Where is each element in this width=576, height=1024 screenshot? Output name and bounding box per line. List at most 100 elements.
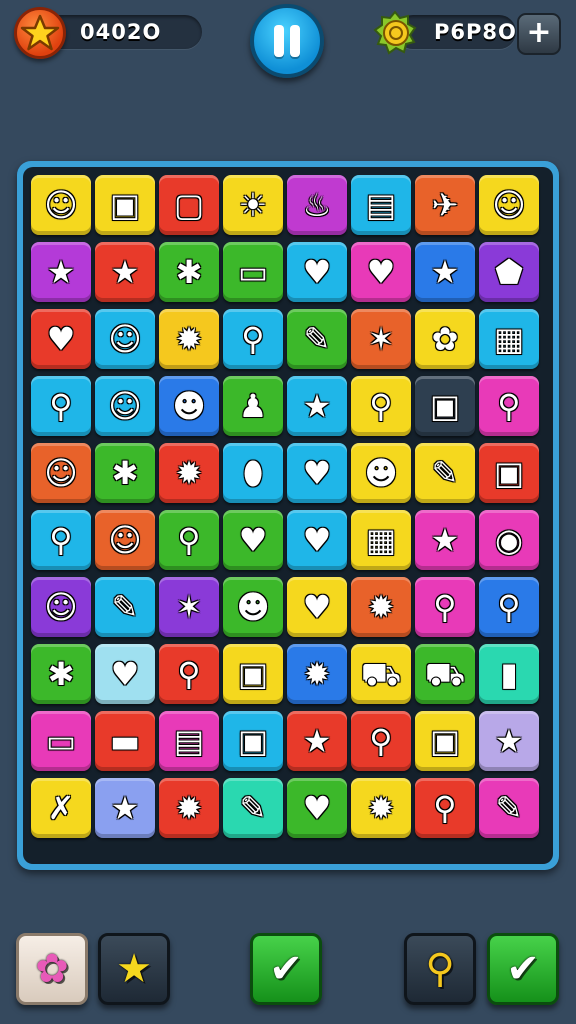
board-tile[interactable]: ✈ <box>415 175 475 235</box>
board-tile[interactable]: ⛟ <box>415 644 475 704</box>
board-tile[interactable]: ★ <box>415 510 475 570</box>
board-tile[interactable]: ♥ <box>95 644 155 704</box>
board-tile[interactable]: ✎ <box>479 778 539 838</box>
board-tile[interactable]: ▦ <box>479 309 539 369</box>
board-tile[interactable]: ⚲ <box>159 510 219 570</box>
board-tile[interactable]: ✎ <box>415 443 475 503</box>
board-tile[interactable]: ☀ <box>223 175 283 235</box>
board-tile[interactable]: ☻ <box>223 577 283 637</box>
tile-icon: ⚲ <box>369 722 393 760</box>
add-coins-button[interactable]: + <box>517 13 561 55</box>
board-tile[interactable]: ☺ <box>95 376 155 436</box>
board-tile[interactable]: ☻ <box>159 376 219 436</box>
board-tile[interactable]: ☺ <box>95 309 155 369</box>
board-tile[interactable]: ✿ <box>415 309 475 369</box>
board-tile[interactable]: ▭ <box>31 711 91 771</box>
board-tile[interactable]: ✹ <box>287 644 347 704</box>
board-tile[interactable]: ♥ <box>351 242 411 302</box>
board-tile[interactable]: ✶ <box>159 577 219 637</box>
board-tile[interactable]: ☻ <box>351 443 411 503</box>
board-tile[interactable]: ✱ <box>159 242 219 302</box>
board-tile[interactable]: ⛟ <box>351 644 411 704</box>
board-tile[interactable]: ✹ <box>159 309 219 369</box>
tile-icon: ☺ <box>492 186 526 224</box>
board-tile[interactable]: ★ <box>287 711 347 771</box>
board-tile[interactable]: ⚲ <box>223 309 283 369</box>
board-tile[interactable]: ▣ <box>479 443 539 503</box>
board-tile[interactable]: ✶ <box>351 309 411 369</box>
board-tile[interactable]: ☺ <box>95 510 155 570</box>
search-button[interactable]: ⚲ <box>404 933 476 1005</box>
board-tile[interactable]: ♥ <box>287 443 347 503</box>
board-tile[interactable]: ◉ <box>479 510 539 570</box>
board-tile[interactable]: ♟ <box>223 376 283 436</box>
board-tile[interactable]: ⚲ <box>415 577 475 637</box>
board-tile[interactable]: ▬ <box>95 711 155 771</box>
tile-icon: ★ <box>430 521 460 559</box>
board-tile[interactable]: ⚲ <box>351 711 411 771</box>
board-tile[interactable]: ⚲ <box>351 376 411 436</box>
board-tile[interactable]: ♥ <box>287 778 347 838</box>
board-tile[interactable]: ✎ <box>223 778 283 838</box>
board-tile[interactable]: ♥ <box>223 510 283 570</box>
board-tile[interactable]: ▣ <box>95 175 155 235</box>
board-tile[interactable]: ✱ <box>31 644 91 704</box>
board-tile[interactable]: ♥ <box>31 309 91 369</box>
board-tile[interactable]: ✎ <box>287 309 347 369</box>
board-tile[interactable]: ✹ <box>159 778 219 838</box>
coin-icon <box>370 8 420 58</box>
board-tile[interactable]: ▭ <box>223 242 283 302</box>
board-tile[interactable]: ⚲ <box>415 778 475 838</box>
board-tile[interactable]: ★ <box>31 242 91 302</box>
board-tile[interactable]: ▣ <box>223 711 283 771</box>
board-tile[interactable]: ♥ <box>287 510 347 570</box>
board-tile[interactable]: ▣ <box>415 376 475 436</box>
board-tile[interactable]: ⬮ <box>223 443 283 503</box>
board-tile[interactable]: ▦ <box>351 510 411 570</box>
board-tile[interactable]: ✹ <box>351 778 411 838</box>
board-tile[interactable]: ★ <box>287 376 347 436</box>
board-tile[interactable]: ⚲ <box>479 376 539 436</box>
board-tile[interactable]: ✎ <box>95 577 155 637</box>
tile-icon: ★ <box>110 789 140 827</box>
tile-icon: ▦ <box>493 320 525 358</box>
board-tile[interactable]: ☺ <box>31 175 91 235</box>
board-tile[interactable]: ✹ <box>351 577 411 637</box>
shooting-star-button[interactable]: ★ <box>98 933 170 1005</box>
board-tile[interactable]: ⚲ <box>31 376 91 436</box>
tile-icon: ⚲ <box>49 521 73 559</box>
board-tile[interactable]: ★ <box>479 711 539 771</box>
board-tile[interactable]: ⬟ <box>479 242 539 302</box>
tile-icon: ▬ <box>109 722 141 760</box>
board-tile[interactable]: ✗ <box>31 778 91 838</box>
board-tile[interactable]: ★ <box>95 242 155 302</box>
board-tile[interactable]: ⚲ <box>159 644 219 704</box>
board-tile[interactable]: ✱ <box>95 443 155 503</box>
tile-icon: ★ <box>302 387 332 425</box>
board-tile[interactable]: ▤ <box>351 175 411 235</box>
board-tile[interactable]: ▤ <box>159 711 219 771</box>
tile-icon: ⚲ <box>177 655 201 693</box>
board-tile[interactable]: ♨ <box>287 175 347 235</box>
done-button[interactable]: ✔ <box>487 933 559 1005</box>
board-tile[interactable]: ⚲ <box>31 510 91 570</box>
board-tile[interactable]: ♥ <box>287 577 347 637</box>
board-tile[interactable]: ♥ <box>287 242 347 302</box>
tile-icon: ☺ <box>108 320 142 358</box>
board-tile[interactable]: ▣ <box>223 644 283 704</box>
board-tile[interactable]: ▮ <box>479 644 539 704</box>
board-tile[interactable]: ☺ <box>479 175 539 235</box>
board-tile[interactable]: ★ <box>415 242 475 302</box>
tile-icon: ⬟ <box>495 253 523 291</box>
board-tile[interactable]: ▢ <box>159 175 219 235</box>
candy-booster-button[interactable]: ✿ <box>16 933 88 1005</box>
board-tile[interactable]: ✹ <box>159 443 219 503</box>
pause-button[interactable] <box>250 4 324 78</box>
board-tile[interactable]: ▣ <box>415 711 475 771</box>
board-tile[interactable]: ☺ <box>31 577 91 637</box>
tile-icon: ▣ <box>109 186 141 224</box>
confirm-button[interactable]: ✔ <box>250 933 322 1005</box>
board-tile[interactable]: ☺ <box>31 443 91 503</box>
board-tile[interactable]: ★ <box>95 778 155 838</box>
board-tile[interactable]: ⚲ <box>479 577 539 637</box>
